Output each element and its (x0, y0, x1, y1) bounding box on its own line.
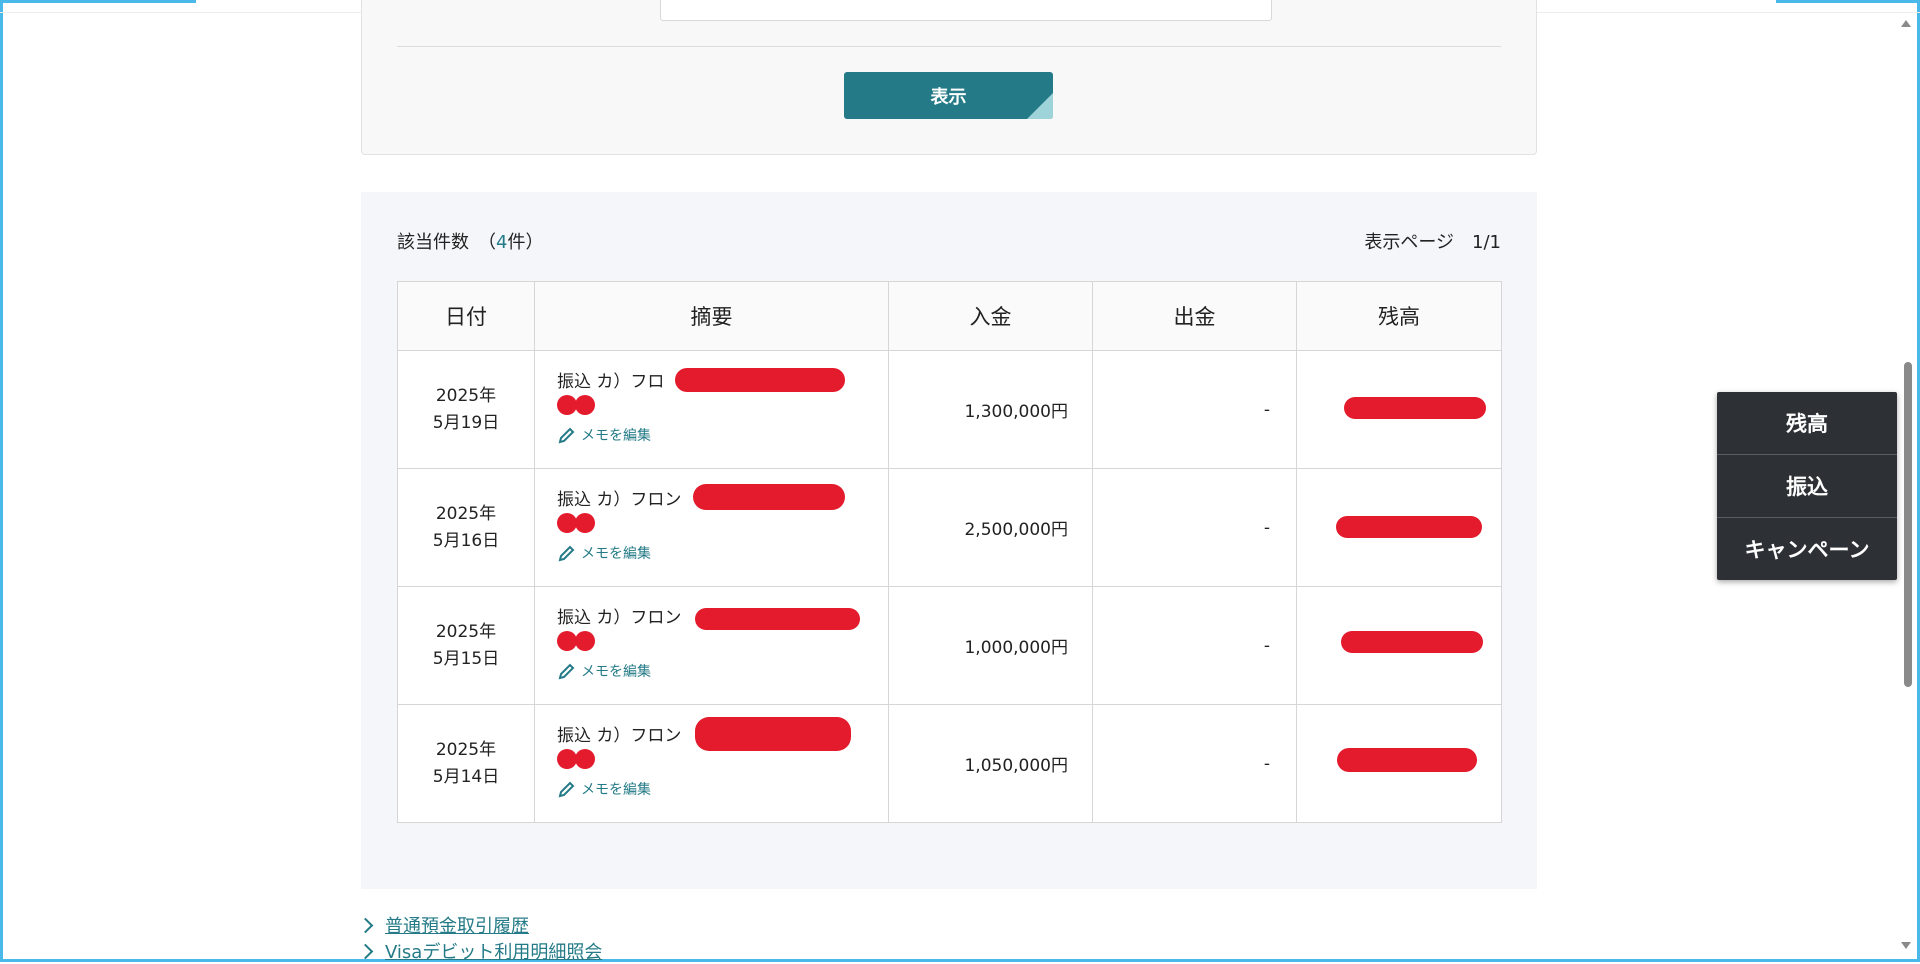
date-cell: 2025年 5月14日 (397, 704, 535, 823)
result-count: 該当件数 （4件） (397, 228, 543, 254)
show-button-label: 表示 (930, 86, 967, 108)
count-suffix: 件） (507, 232, 544, 253)
redaction-mark (557, 394, 887, 417)
menu-campaign-button[interactable]: キャンペーン (1717, 518, 1897, 580)
deposit-cell: 1,050,000円 (888, 704, 1093, 823)
date-cell: 2025年 5月15日 (397, 586, 535, 705)
date-year: 2025年 (435, 621, 497, 642)
table-row: 2025年 5月16日 振込 カ）フロン メモを編集 2,500,000円 - (397, 468, 1502, 587)
withdrawal-cell: - (1092, 468, 1297, 587)
edit-memo-link[interactable]: メモを編集 (557, 779, 887, 799)
chevron-right-icon (357, 917, 374, 933)
redaction-mark (695, 717, 851, 751)
edit-memo-link[interactable]: メモを編集 (557, 425, 887, 445)
search-conditions-panel: 表示 (361, 0, 1537, 155)
summary-cell: 振込 カ）フロン メモを編集 (534, 704, 889, 823)
redaction-mark (557, 748, 887, 771)
balance-cell (1296, 704, 1502, 823)
edit-memo-label: メモを編集 (581, 781, 651, 798)
column-header-date: 日付 (397, 281, 535, 351)
table-header-row: 日付 摘要 入金 出金 残高 (397, 281, 1502, 351)
search-field[interactable] (660, 0, 1272, 21)
date-cell: 2025年 5月16日 (397, 468, 535, 587)
withdrawal-cell: - (1092, 704, 1297, 823)
date-day: 5月14日 (432, 766, 500, 787)
date-cell: 2025年 5月19日 (397, 350, 535, 469)
menu-balance-button[interactable]: 残高 (1717, 392, 1897, 455)
summary-cell: 振込 カ）フロ メモを編集 (534, 350, 889, 469)
scroll-up-arrow-icon[interactable] (1901, 20, 1911, 27)
results-panel: 該当件数 （4件） 表示ページ 1/1 日付 摘要 入金 出金 残高 2025年… (361, 192, 1537, 889)
summary-cell: 振込 カ）フロン メモを編集 (534, 586, 889, 705)
date-year: 2025年 (435, 739, 497, 760)
visa-debit-link[interactable]: Visaデビット利用明細照会 (385, 938, 602, 964)
summary-cell: 振込 カ）フロン メモを編集 (534, 468, 889, 587)
edit-memo-label: メモを編集 (581, 427, 651, 444)
transactions-table: 日付 摘要 入金 出金 残高 2025年 5月19日 振込 カ）フロ メモを編集… (397, 281, 1502, 823)
redaction-mark (695, 608, 860, 630)
page-indicator: 表示ページ 1/1 (1364, 232, 1501, 253)
table-row: 2025年 5月19日 振込 カ）フロ メモを編集 1,300,000円 - (397, 350, 1502, 469)
panel-divider (397, 46, 1501, 47)
button-corner-decoration (1027, 93, 1053, 119)
withdrawal-cell: - (1092, 350, 1297, 469)
column-header-deposit: 入金 (888, 281, 1093, 351)
redaction-mark (675, 368, 845, 392)
scroll-down-arrow-icon[interactable] (1901, 942, 1911, 949)
chevron-right-icon (357, 943, 374, 959)
deposit-cell: 2,500,000円 (888, 468, 1093, 587)
column-header-balance: 残高 (1296, 281, 1502, 351)
date-day: 5月15日 (432, 648, 500, 669)
count-number: 4 (496, 232, 508, 253)
show-button[interactable]: 表示 (844, 72, 1053, 119)
column-header-withdrawal: 出金 (1092, 281, 1297, 351)
floating-quick-menu: 残高 振込 キャンペーン (1717, 392, 1897, 580)
edit-memo-label: メモを編集 (581, 663, 651, 680)
savings-history-link[interactable]: 普通預金取引履歴 (385, 912, 529, 938)
deposit-cell: 1,300,000円 (888, 350, 1093, 469)
date-year: 2025年 (435, 385, 497, 406)
deposit-cell: 1,000,000円 (888, 586, 1093, 705)
table-row: 2025年 5月15日 振込 カ）フロン メモを編集 1,000,000円 - (397, 586, 1502, 705)
pencil-icon (558, 427, 575, 443)
column-header-summary: 摘要 (534, 281, 889, 351)
balance-cell (1296, 350, 1502, 469)
redaction-mark (1337, 748, 1477, 772)
edit-memo-label: メモを編集 (581, 545, 651, 562)
edit-memo-link[interactable]: メモを編集 (557, 543, 887, 563)
redaction-mark (557, 630, 887, 653)
related-links: 普通預金取引履歴 Visaデビット利用明細照会 (357, 912, 602, 964)
scrollbar-thumb[interactable] (1904, 362, 1912, 687)
redaction-mark (1341, 631, 1483, 653)
edit-memo-link[interactable]: メモを編集 (557, 661, 887, 681)
redaction-mark (1344, 397, 1486, 419)
link-item[interactable]: 普通預金取引履歴 (357, 912, 602, 938)
date-year: 2025年 (435, 503, 497, 524)
date-day: 5月19日 (432, 412, 500, 433)
menu-transfer-button[interactable]: 振込 (1717, 455, 1897, 518)
pencil-icon (558, 663, 575, 679)
redaction-mark (693, 484, 845, 510)
pencil-icon (558, 781, 575, 797)
balance-cell (1296, 468, 1502, 587)
redaction-mark (1336, 516, 1482, 538)
pencil-icon (558, 545, 575, 561)
date-day: 5月16日 (432, 530, 500, 551)
count-prefix: 該当件数 （ (397, 232, 496, 253)
redaction-mark (557, 512, 887, 535)
link-item[interactable]: Visaデビット利用明細照会 (357, 938, 602, 964)
withdrawal-cell: - (1092, 586, 1297, 705)
table-row: 2025年 5月14日 振込 カ）フロン メモを編集 1,050,000円 - (397, 704, 1502, 823)
balance-cell (1296, 586, 1502, 705)
